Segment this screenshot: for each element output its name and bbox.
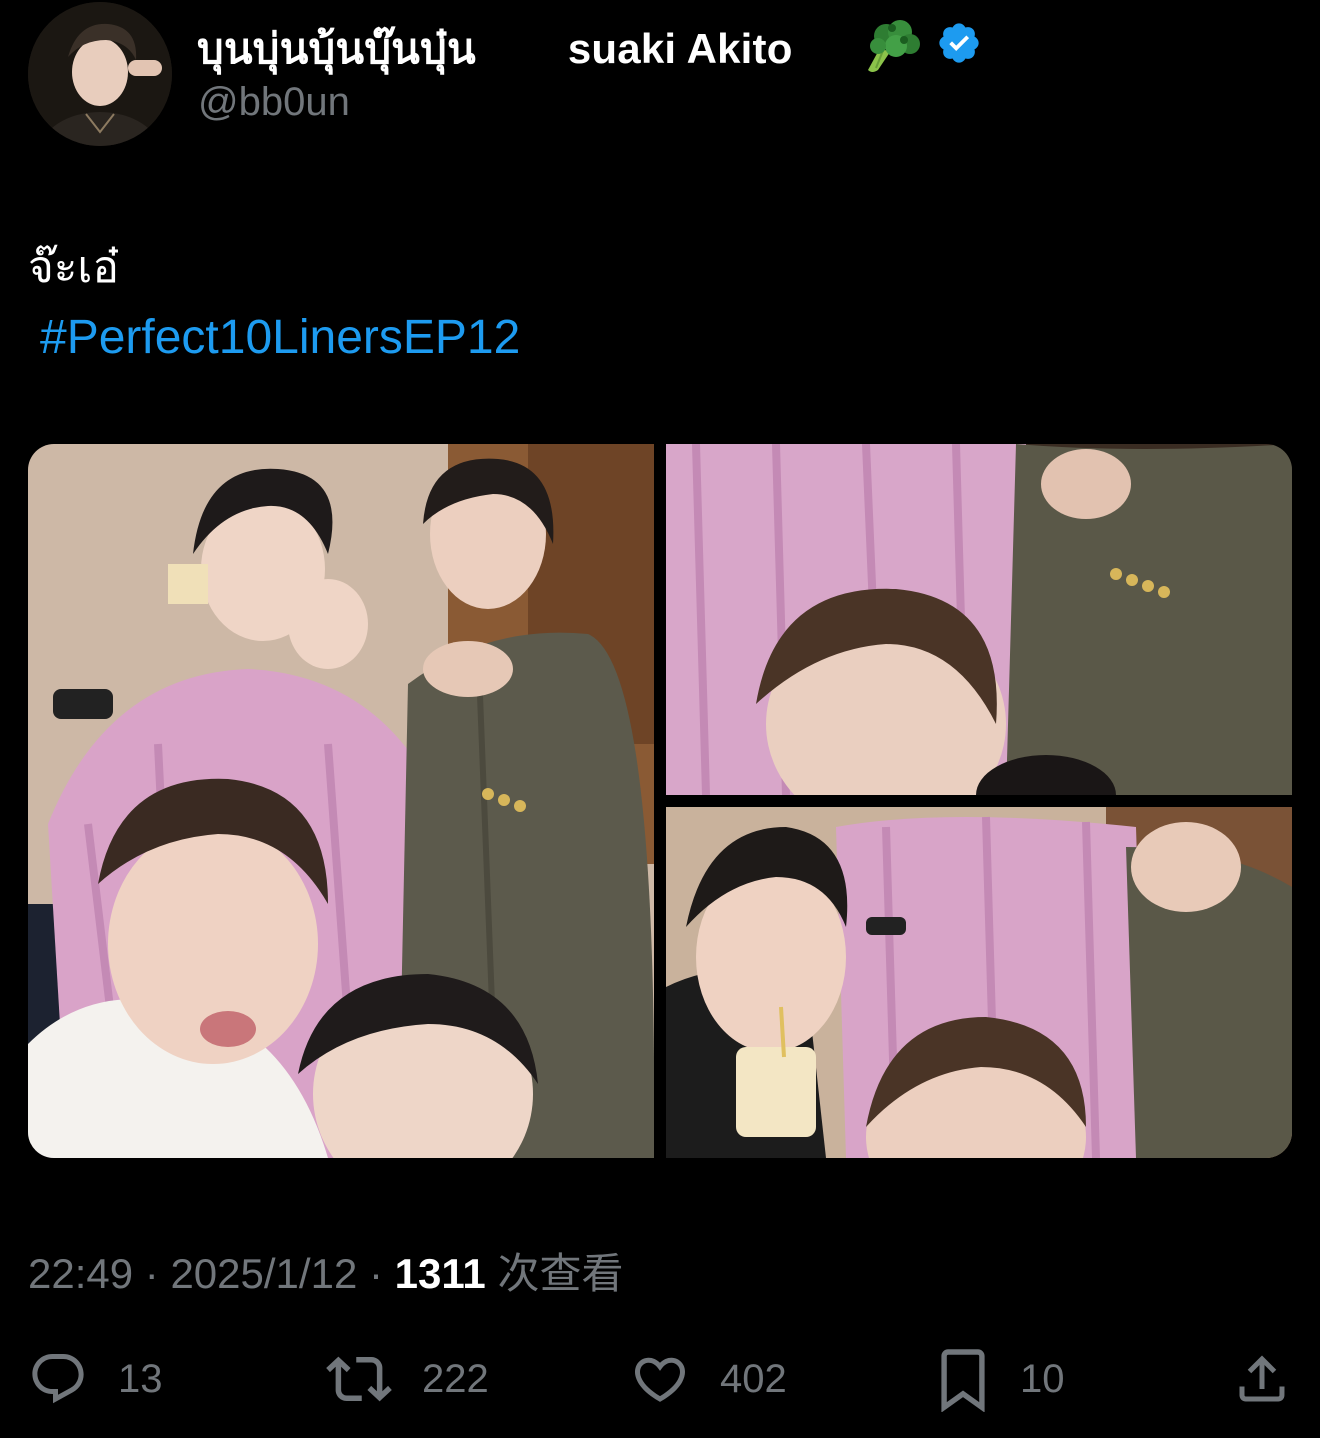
media-photo-2[interactable]: [666, 444, 1292, 795]
tweet-text: จ๊ะเอ๋: [28, 243, 119, 292]
hashtag-link[interactable]: #Perfect10LinersEP12: [40, 310, 520, 365]
media-photo-3[interactable]: [666, 807, 1292, 1158]
bookmark-icon: [941, 1349, 985, 1412]
heart-icon: [634, 1357, 686, 1402]
reply-button[interactable]: 13: [28, 1346, 163, 1412]
retweet-count: 222: [422, 1356, 489, 1401]
meta-separator: ·: [368, 1250, 383, 1297]
share-icon: [1239, 1355, 1285, 1402]
retweet-button[interactable]: 222: [326, 1346, 489, 1412]
avatar[interactable]: [28, 2, 172, 146]
tweet-meta: 22:49 · 2025/1/12 · 1311 次查看: [28, 1240, 623, 1301]
meta-separator: ·: [144, 1250, 159, 1297]
views-label: 次查看: [497, 1250, 624, 1297]
media-photo-1[interactable]: [28, 444, 654, 1158]
bookmark-count: 10: [1020, 1356, 1065, 1401]
views-count: 1311: [394, 1250, 486, 1297]
retweet-icon: [326, 1356, 392, 1402]
reply-count: 13: [118, 1356, 163, 1401]
author-handle[interactable]: @bb0un: [198, 80, 350, 125]
media-grid: [28, 444, 1292, 1158]
action-bar: 13 222 402 10: [0, 1346, 1320, 1416]
like-count: 402: [720, 1356, 787, 1401]
author-display-name[interactable]: บุนบุ่นบุ้นบุ๊นบุ๋น suaki Akito: [197, 16, 793, 82]
verified-badge-icon: [936, 20, 982, 66]
broccoli-icon: [858, 18, 922, 74]
share-button[interactable]: [1232, 1346, 1292, 1412]
reply-icon: [32, 1354, 84, 1404]
author-display-name-part2: suaki Akito: [567, 25, 793, 72]
author-display-name-part1: บุนบุ่นบุ้นบุ๊นบุ๋น: [197, 25, 476, 72]
tweet-date[interactable]: 2025/1/12: [170, 1250, 357, 1297]
like-button[interactable]: 402: [630, 1346, 787, 1412]
bookmark-button[interactable]: 10: [936, 1346, 1065, 1412]
tweet-time[interactable]: 22:49: [28, 1250, 133, 1297]
